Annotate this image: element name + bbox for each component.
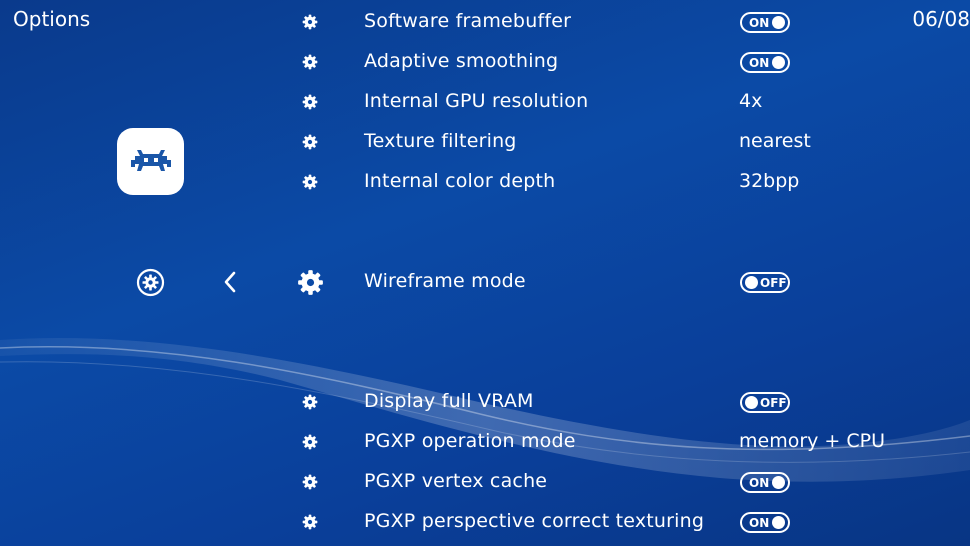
option-row-pgxp-perspective-correct-texturing[interactable]: PGXP perspective correct texturing ON — [0, 502, 970, 542]
toggle-switch[interactable]: ON — [740, 472, 790, 493]
option-value: 4x — [739, 90, 763, 112]
toggle-switch[interactable]: ON — [740, 52, 790, 73]
gear-icon — [302, 54, 318, 70]
toggle-switch[interactable]: OFF — [740, 272, 790, 293]
option-row-pgxp-operation-mode[interactable]: PGXP operation mode memory + CPU — [0, 422, 970, 462]
option-label: Internal color depth — [364, 170, 556, 192]
option-label: Display full VRAM — [364, 390, 534, 412]
option-label: PGXP operation mode — [364, 430, 576, 452]
gear-icon — [302, 514, 318, 530]
gear-icon — [298, 270, 323, 295]
gear-icon — [302, 174, 318, 190]
gear-icon — [302, 14, 318, 30]
option-value: 32bpp — [739, 170, 800, 192]
toggle-switch[interactable]: ON — [740, 512, 790, 533]
option-label: Software framebuffer — [364, 10, 572, 32]
gear-icon — [302, 474, 318, 490]
option-value: nearest — [739, 130, 811, 152]
toggle-switch[interactable]: OFF — [740, 392, 790, 413]
option-label: Texture filtering — [364, 130, 517, 152]
option-label: PGXP perspective correct texturing — [364, 510, 705, 532]
gear-icon — [302, 94, 318, 110]
option-label: Internal GPU resolution — [364, 90, 589, 112]
option-value: memory + CPU — [739, 430, 886, 452]
toggle-switch[interactable]: ON — [740, 12, 790, 33]
option-row-internal-gpu-resolution[interactable]: Internal GPU resolution 4x — [0, 82, 970, 122]
option-row-wireframe-mode[interactable]: Wireframe mode OFF — [0, 262, 970, 302]
option-label: Adaptive smoothing — [364, 50, 559, 72]
option-row-internal-color-depth[interactable]: Internal color depth 32bpp — [0, 162, 970, 202]
gear-icon — [302, 394, 318, 410]
option-label: PGXP vertex cache — [364, 470, 548, 492]
option-row-pgxp-vertex-cache[interactable]: PGXP vertex cache ON — [0, 462, 970, 502]
gear-icon — [302, 434, 318, 450]
gear-icon — [302, 134, 318, 150]
option-row-software-framebuffer[interactable]: Software framebuffer ON — [0, 2, 970, 42]
option-label: Wireframe mode — [364, 270, 526, 292]
option-row-texture-filtering[interactable]: Texture filtering nearest — [0, 122, 970, 162]
option-row-display-full-vram[interactable]: Display full VRAM OFF — [0, 382, 970, 422]
option-row-adaptive-smoothing[interactable]: Adaptive smoothing ON — [0, 42, 970, 82]
